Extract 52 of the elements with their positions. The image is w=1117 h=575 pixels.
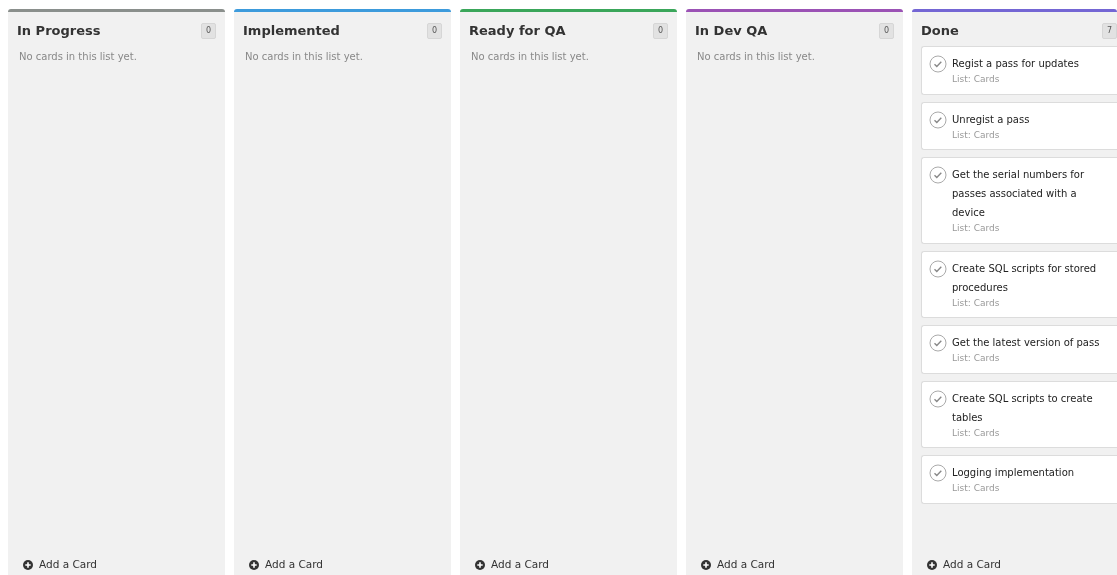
list-title: In Dev QA	[695, 22, 768, 41]
task-card[interactable]: Regist a pass for updates List: Cards	[921, 46, 1117, 95]
card-title: Get the serial numbers for passes associated with a device	[952, 168, 1086, 220]
card-title: Create SQL scripts to create tables	[952, 391, 1094, 425]
card-subtitle: List: Cards	[952, 482, 1001, 495]
card-title: Get the latest version of pass	[952, 336, 1100, 350]
card-title: Logging implementation	[952, 466, 1075, 480]
card-subtitle: List: Cards	[952, 296, 1001, 310]
add-card-button[interactable]: Add a Card	[243, 556, 442, 575]
add-card-button[interactable]: Add a Card	[921, 556, 1117, 575]
task-card[interactable]: Get the latest version of pass List: Cards	[921, 325, 1117, 374]
count-badge: 0	[652, 23, 668, 39]
plus-circle-icon	[249, 560, 259, 571]
task-card[interactable]: Create SQL scripts to create tables List: Cards	[921, 380, 1117, 448]
plus-circle-icon	[23, 560, 33, 571]
count-badge: 7	[1101, 23, 1117, 39]
check-circle-icon[interactable]	[929, 259, 947, 278]
card-title: Create SQL scripts for stored procedures	[952, 261, 1098, 295]
card-subtitle: List: Cards	[952, 352, 1001, 365]
check-circle-icon[interactable]	[929, 334, 947, 352]
check-circle-icon[interactable]	[929, 166, 947, 184]
task-card[interactable]: Logging implementation List: Cards	[921, 455, 1117, 504]
card-title: Regist a pass for updates	[952, 57, 1079, 71]
count-badge: 0	[200, 23, 216, 39]
task-card[interactable]: Unregist a pass List: Cards	[921, 101, 1117, 150]
card-title: Unregist a pass	[952, 112, 1030, 127]
count-badge: 0	[426, 23, 442, 39]
card-subtitle: List: Cards	[952, 222, 1001, 235]
add-card-button[interactable]: Add a Card	[469, 556, 668, 575]
list-title: In Progress	[17, 22, 101, 41]
task-card[interactable]: Get the serial numbers for passes associated with a device List: Cards	[921, 157, 1117, 244]
empty-message: No cards in this list yet.	[697, 50, 816, 64]
list-title: Ready for QA	[469, 22, 566, 41]
check-circle-icon[interactable]	[929, 389, 947, 408]
card-subtitle: List: Cards	[952, 426, 1001, 440]
empty-message: No cards in this list yet.	[19, 50, 138, 64]
empty-message: No cards in this list yet.	[471, 50, 590, 64]
add-card-button[interactable]: Add a Card	[695, 556, 894, 575]
list-title: Done	[921, 22, 959, 41]
plus-circle-icon	[701, 560, 711, 571]
check-circle-icon[interactable]	[929, 464, 947, 482]
list-title: Implemented	[243, 22, 340, 41]
card-subtitle: List: Cards	[952, 73, 1001, 86]
task-card[interactable]: Create SQL scripts for stored procedures List: Cards	[921, 250, 1117, 318]
count-badge: 0	[878, 23, 894, 39]
empty-message: No cards in this list yet.	[245, 50, 364, 64]
plus-circle-icon	[927, 560, 937, 571]
plus-circle-icon	[475, 560, 485, 571]
check-circle-icon[interactable]	[929, 110, 947, 129]
add-card-button[interactable]: Add a Card	[17, 556, 216, 575]
check-circle-icon[interactable]	[929, 55, 947, 73]
card-subtitle: List: Cards	[952, 128, 1001, 142]
